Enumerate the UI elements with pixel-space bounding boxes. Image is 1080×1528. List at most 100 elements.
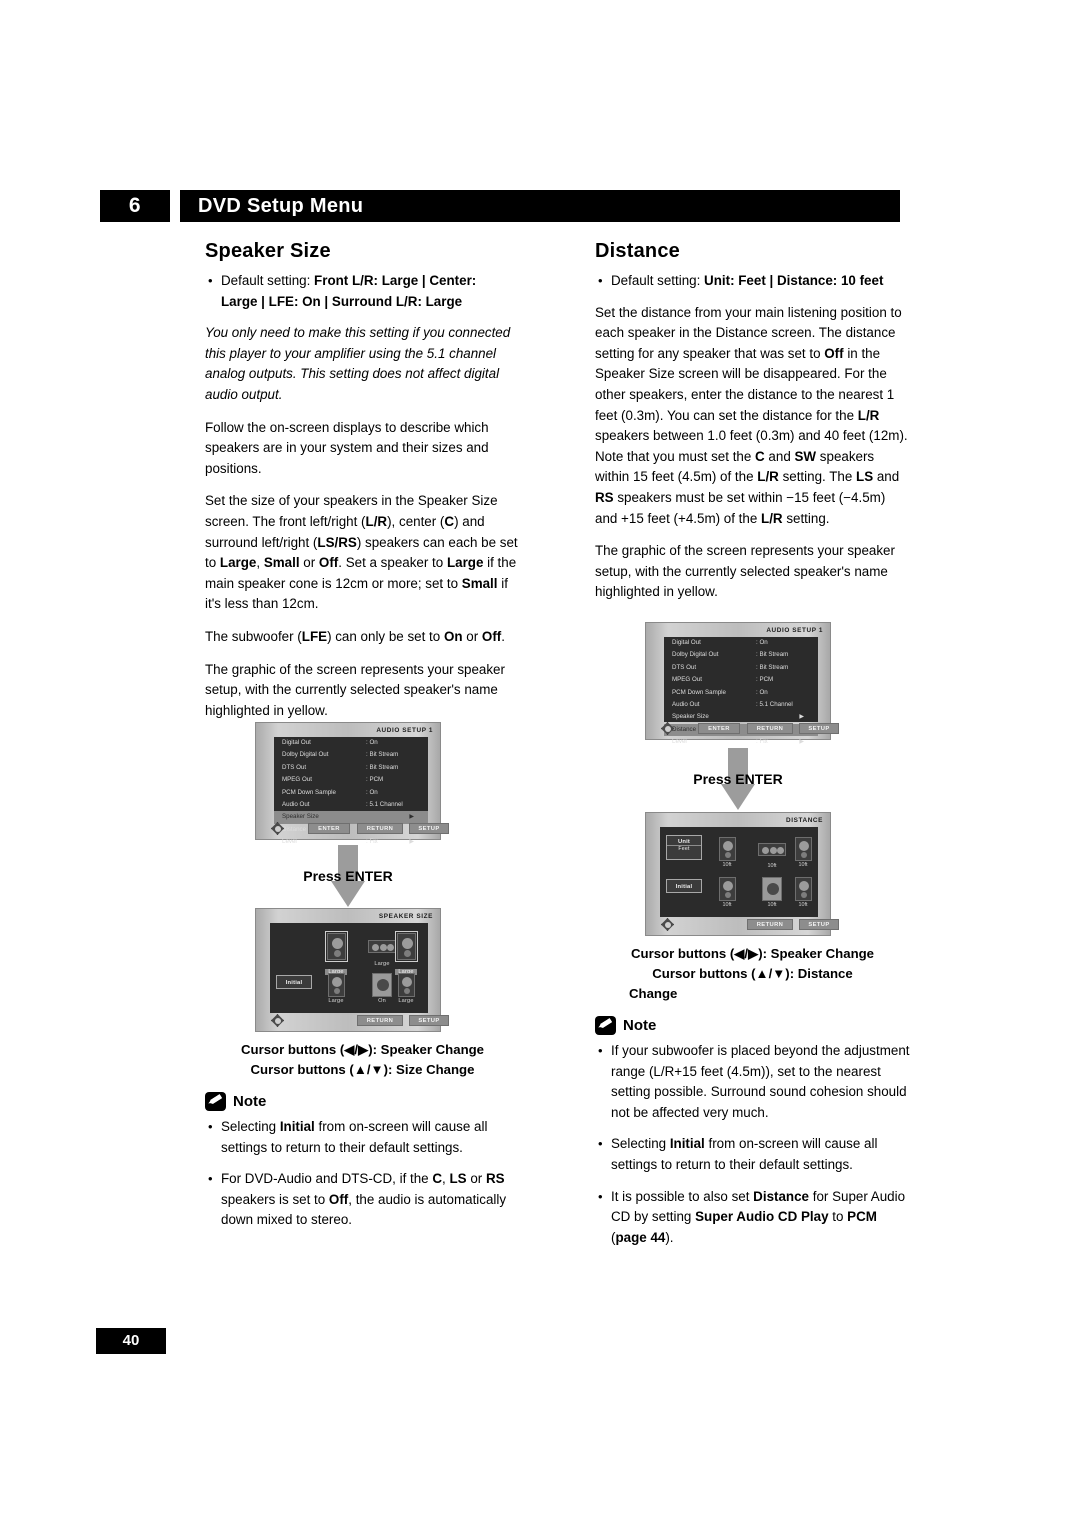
speaker-cell-front-left[interactable]: Large — [316, 931, 356, 978]
distance-cell-front-left[interactable]: 10ft — [710, 837, 744, 868]
menu-row[interactable]: PCM Down Sample: On — [664, 687, 818, 699]
distance-cell-front-right[interactable]: 10ft — [786, 837, 820, 868]
menu-key: Dolby Digital Out — [672, 651, 719, 659]
t: L/R — [365, 513, 388, 529]
cursor-pad-icon — [270, 1014, 285, 1028]
menu-key: Digital Out — [282, 739, 311, 746]
t: Off — [318, 555, 339, 571]
t: or — [299, 555, 319, 571]
distance-label: 10ft — [767, 902, 777, 908]
osd-setup-button[interactable]: SETUP — [799, 723, 839, 734]
speaker-size-label: Large — [398, 998, 414, 1004]
menu-row[interactable]: DTS Out : Bit Stream — [274, 762, 428, 774]
t: and — [873, 469, 900, 485]
note-bullet-sacd-distance: It is possible to also set Distance for … — [595, 1187, 910, 1249]
menu-row[interactable]: Dolby Digital Out: Bit Stream — [274, 749, 428, 761]
paragraph-italic-note: You only need to make this setting if yo… — [205, 325, 511, 402]
menu-row-speaker-size[interactable]: Speaker Size ▶ — [274, 811, 428, 824]
menu-row[interactable]: MPEG Out: PCM — [274, 774, 428, 786]
initial-button[interactable]: Initial — [666, 879, 702, 893]
menu-key: Speaker Size — [672, 713, 709, 721]
t: , — [256, 555, 264, 571]
menu-value: : On — [366, 788, 378, 796]
default-setting-value-line2: Large | LFE: On | Surround L/R: Large — [221, 293, 463, 309]
t: Default setting: — [611, 273, 705, 288]
press-enter-arrow-right: Press ENTER — [645, 748, 831, 810]
cursor-caption-line-2: Cursor buttons (▲/▼): Distance — [652, 966, 853, 981]
paragraph-set-size: Set the size of your speakers in the Spe… — [205, 491, 520, 615]
menu-value: : On — [756, 639, 768, 646]
t: Small — [263, 555, 300, 571]
osd-button-bar: ENTER RETURN SETUP — [256, 822, 449, 836]
note-bullet-initial-right: Selecting Initial from on-screen will ca… — [595, 1134, 910, 1175]
osd-button-bar: RETURN SETUP — [646, 918, 839, 932]
osd-setup-button[interactable]: SETUP — [409, 1015, 449, 1026]
chevron-right-icon: ▶ — [799, 714, 804, 721]
menu-row-level[interactable]: Level: Fix ▶ — [664, 736, 818, 748]
t: setting. — [782, 510, 830, 526]
osd-enter-button[interactable]: ENTER — [308, 823, 350, 834]
unit-button[interactable]: Unit Feet — [666, 835, 702, 860]
speaker-ls-icon — [718, 877, 736, 901]
menu-row[interactable]: Digital Out : On — [274, 737, 428, 749]
distance-cell-surround-left[interactable]: 10ft — [710, 877, 744, 908]
menu-value: : On — [366, 739, 378, 746]
menu-key: DTS Out — [282, 763, 307, 771]
chapter-number: 6 — [100, 190, 170, 222]
t: . Set a speaker to — [338, 555, 447, 571]
t: Large — [219, 555, 257, 571]
note-header-left: Note — [205, 1092, 520, 1111]
menu-value: : Bit Stream — [366, 763, 399, 771]
t: For DVD-Audio and DTS-CD, if the — [221, 1171, 433, 1187]
note-bullet-downmix-left: For DVD-Audio and DTS-CD, if the C, LS o… — [205, 1169, 520, 1231]
t: LS/RS — [317, 534, 357, 550]
t: L/R — [757, 469, 779, 485]
note-label: Note — [233, 1093, 267, 1110]
osd-distance-grid: Unit Feet Initial 10ft 10ft 10ft 10ft 10… — [660, 827, 818, 917]
default-setting-prefix: Default setting: — [221, 273, 315, 288]
press-enter-label: Press ENTER — [693, 771, 783, 787]
paragraph-graphic-left: The graphic of the screen represents you… — [205, 661, 505, 718]
left-caption-block: Cursor buttons (◀/▶): Speaker Change Cur… — [205, 1040, 520, 1242]
speaker-cell-front-right[interactable]: Large — [386, 931, 426, 978]
press-enter-arrow-left: Press ENTER — [255, 845, 441, 907]
t: LFE — [301, 628, 328, 644]
right-caption-block: Cursor buttons (◀/▶): Speaker Change Cur… — [595, 944, 910, 1259]
menu-row[interactable]: MPEG Out: PCM — [664, 674, 818, 686]
menu-row[interactable]: DTS Out: Bit Stream — [664, 662, 818, 674]
pencil-note-icon — [205, 1092, 226, 1111]
menu-value: : On — [756, 688, 768, 696]
page-header: 6 DVD Setup Menu — [100, 190, 900, 222]
osd-setup-button[interactable]: SETUP — [409, 823, 449, 834]
speaker-cell-surround-right[interactable]: Large — [386, 973, 426, 1004]
osd-return-button[interactable]: RETURN — [747, 723, 793, 734]
default-setting-bullet-right: Default setting: Unit: Feet | Distance: … — [595, 271, 910, 292]
distance-cell-subwoofer[interactable]: 10ft — [755, 877, 789, 908]
menu-row[interactable]: Audio Out: 5.1 Channel — [274, 799, 428, 811]
note-header-right: Note — [595, 1016, 910, 1035]
cursor-caption-line-2: Cursor buttons (▲/▼): Size Change — [250, 1062, 475, 1077]
t: L/R — [761, 510, 783, 526]
speaker-rs-icon — [794, 877, 812, 901]
osd-enter-button[interactable]: ENTER — [698, 723, 740, 734]
t: page 44 — [615, 1229, 666, 1245]
menu-row[interactable]: Audio Out: 5.1 Channel — [664, 699, 818, 711]
cursor-pad-icon — [660, 918, 675, 932]
osd-setup-button[interactable]: SETUP — [799, 919, 839, 930]
initial-button[interactable]: Initial — [276, 975, 312, 989]
t: C — [444, 513, 455, 529]
t: speakers must be set within −15 feet (−4… — [595, 489, 886, 526]
menu-row[interactable]: PCM Down Sample: On — [274, 787, 428, 799]
t: and — [764, 448, 795, 464]
osd-return-button[interactable]: RETURN — [357, 1015, 403, 1026]
menu-row[interactable]: Digital Out: On — [664, 637, 818, 649]
distance-cell-surround-right[interactable]: 10ft — [786, 877, 820, 908]
menu-row-speaker-size[interactable]: Speaker Size ▶ — [664, 711, 818, 723]
speaker-rs-icon — [397, 973, 415, 997]
cursor-caption-line-1: Cursor buttons (◀/▶): Speaker Change — [630, 946, 875, 961]
osd-return-button[interactable]: RETURN — [357, 823, 403, 834]
menu-row[interactable]: Dolby Digital Out: Bit Stream — [664, 649, 818, 661]
chevron-right-icon: ▶ — [409, 814, 414, 821]
osd-return-button[interactable]: RETURN — [747, 919, 793, 930]
speaker-cell-surround-left[interactable]: Large — [316, 973, 356, 1004]
